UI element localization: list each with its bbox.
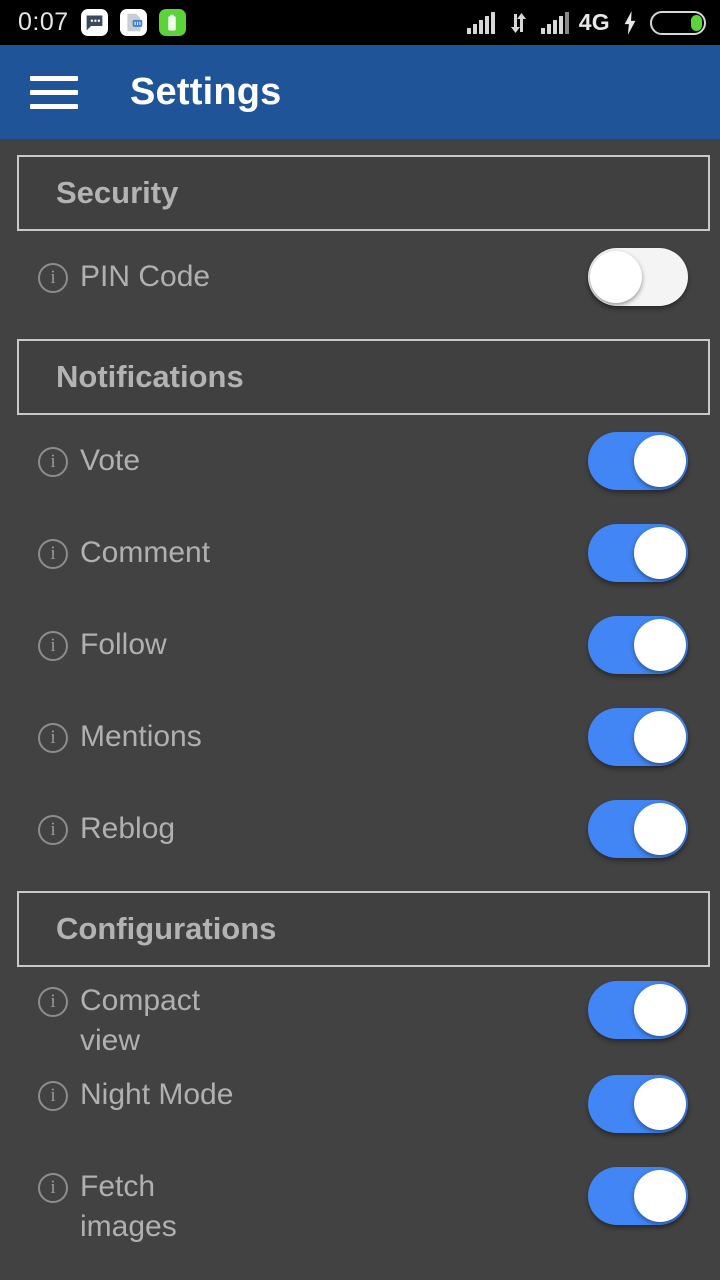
section-title: Notifications <box>56 359 244 394</box>
bolt-icon <box>624 10 636 35</box>
section-title: Security <box>56 175 179 210</box>
info-icon[interactable]: i <box>38 263 68 293</box>
toggle-knob <box>590 251 642 303</box>
toggle-fetch-images[interactable] <box>588 1167 688 1225</box>
setting-row-compact-view[interactable]: i Compact view <box>0 967 720 1061</box>
info-icon[interactable]: i <box>38 447 68 477</box>
setting-label: Vote <box>80 444 141 477</box>
info-icon[interactable]: i <box>38 631 68 661</box>
info-icon[interactable]: i <box>38 987 68 1017</box>
hamburger-menu-icon[interactable] <box>30 75 78 109</box>
toggle-comment[interactable] <box>588 524 688 582</box>
toggle-compact-view[interactable] <box>588 981 688 1039</box>
data-transfer-icon <box>510 12 526 33</box>
setting-row-mentions[interactable]: i Mentions <box>0 691 720 783</box>
battery-icon <box>650 10 706 35</box>
section-header-security: Security <box>17 155 710 231</box>
setting-label: PIN Code <box>80 260 211 293</box>
setting-label-wrapper: i Mentions <box>38 717 202 757</box>
signal-bars-icon <box>540 11 569 34</box>
toggle-knob <box>634 803 686 855</box>
toggle-knob <box>634 527 686 579</box>
setting-row-vote[interactable]: i Vote <box>0 415 720 507</box>
toggle-knob <box>634 984 686 1036</box>
setting-label: Night Mode <box>80 1078 234 1111</box>
signal-bars-icon <box>466 11 495 34</box>
status-bar-clock: 0:07 <box>18 8 69 36</box>
settings-list: Security i PIN Code Notifications i Vote… <box>0 155 720 1247</box>
setting-row-pin-code[interactable]: i PIN Code <box>0 231 720 323</box>
section-title: Configurations <box>56 911 277 946</box>
setting-label: Reblog <box>80 812 176 845</box>
setting-label-wrapper: i Comment <box>38 533 210 573</box>
setting-row-fetch-images[interactable]: i Fetch images <box>0 1153 720 1247</box>
info-icon[interactable]: i <box>38 1173 68 1203</box>
setting-label: Compact view <box>80 984 201 1057</box>
section-header-notifications: Notifications <box>17 339 710 415</box>
setting-label: Mentions <box>80 720 202 753</box>
status-bar-left: 0:07 <box>18 8 186 37</box>
toggle-knob <box>634 619 686 671</box>
page-title: Settings <box>130 70 282 113</box>
setting-row-follow[interactable]: i Follow <box>0 599 720 691</box>
network-type-label: 4G <box>578 9 610 35</box>
setting-row-comment[interactable]: i Comment <box>0 507 720 599</box>
info-icon[interactable]: i <box>38 723 68 753</box>
setting-label-wrapper: i Night Mode <box>38 1075 233 1115</box>
toggle-follow[interactable] <box>588 616 688 674</box>
document-icon <box>119 9 147 36</box>
toggle-knob <box>634 435 686 487</box>
setting-label-wrapper: i Follow <box>38 625 167 665</box>
setting-label-wrapper: i Compact view <box>38 981 248 1061</box>
toggle-reblog[interactable] <box>588 800 688 858</box>
battery-fill <box>691 14 702 31</box>
setting-label: Fetch images <box>80 1170 177 1243</box>
setting-label: Follow <box>80 628 167 661</box>
toggle-night-mode[interactable] <box>588 1075 688 1133</box>
setting-label: Comment <box>80 536 211 569</box>
toggle-knob <box>634 1170 686 1222</box>
setting-label-wrapper: i PIN Code <box>38 257 210 297</box>
info-icon[interactable]: i <box>38 815 68 845</box>
toggle-pin-code[interactable] <box>588 248 688 306</box>
toggle-vote[interactable] <box>588 432 688 490</box>
status-bar: 0:07 4G <box>0 0 720 45</box>
chat-icon <box>80 9 108 36</box>
setting-label-wrapper: i Vote <box>38 441 140 481</box>
status-bar-right: 4G <box>466 9 706 36</box>
app-bar: Settings <box>0 45 720 139</box>
toggle-knob <box>634 711 686 763</box>
setting-label-wrapper: i Reblog <box>38 809 175 849</box>
toggle-mentions[interactable] <box>588 708 688 766</box>
info-icon[interactable]: i <box>38 1081 68 1111</box>
setting-label-wrapper: i Fetch images <box>38 1167 218 1247</box>
setting-row-reblog[interactable]: i Reblog <box>0 783 720 875</box>
section-header-configurations: Configurations <box>17 891 710 967</box>
battery-saver-icon <box>158 9 186 36</box>
setting-row-night-mode[interactable]: i Night Mode <box>0 1061 720 1153</box>
info-icon[interactable]: i <box>38 539 68 569</box>
toggle-knob <box>634 1078 686 1130</box>
